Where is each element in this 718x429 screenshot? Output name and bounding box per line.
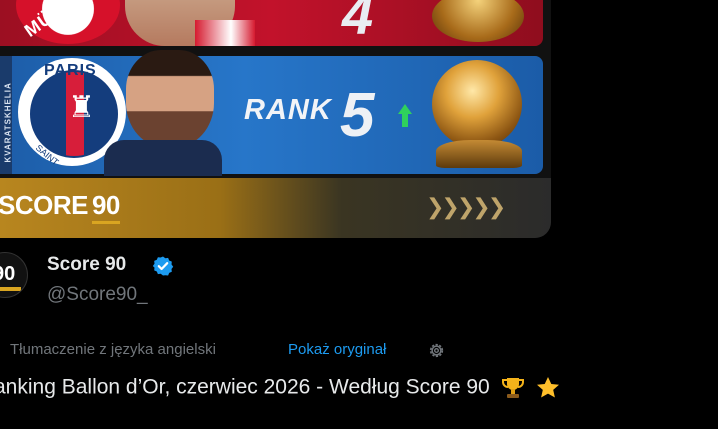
ballon-dor-base xyxy=(436,140,522,168)
rank-4-row: MÜ 4 xyxy=(0,0,543,46)
tweet-text-body: anking Ballon d’Or, czerwiec 2026 - Wedł… xyxy=(0,375,490,399)
verified-badge-icon[interactable] xyxy=(152,255,174,277)
avatar-text: 90 xyxy=(0,263,16,285)
eiffel-tower-icon: ♜ xyxy=(68,91,95,124)
avatar-underline xyxy=(0,287,21,291)
gear-icon[interactable] xyxy=(427,341,446,360)
trophy-icon xyxy=(501,378,524,398)
author-handle[interactable]: @Score90_ xyxy=(47,284,148,306)
rank-label: RANK xyxy=(244,94,332,126)
tweet-text: anking Ballon d’Or, czerwiec 2026 - Wedł… xyxy=(0,375,561,401)
star-icon xyxy=(537,377,560,398)
avatar[interactable]: 90 xyxy=(0,252,28,298)
ballon-dor-trophy-icon xyxy=(432,0,524,42)
player-shirt xyxy=(104,140,222,176)
psg-logo-text: PARIS xyxy=(44,62,97,79)
author-name[interactable]: Score 90 xyxy=(47,254,126,276)
score90-brand-number: 90 xyxy=(91,190,120,224)
player-face xyxy=(126,50,214,148)
rank-value: 5 xyxy=(340,81,375,150)
rank-4-number: 4 xyxy=(342,0,374,46)
player-photo-rank-5 xyxy=(104,40,222,176)
score90-brand-word: SCORE xyxy=(0,190,88,220)
score90-brand: SCORE 90 xyxy=(0,190,120,224)
player-name-vertical: KVARATSKHELIA xyxy=(3,82,13,163)
ballon-dor-ball-icon xyxy=(432,60,522,148)
translation-note: Tłumaczenie z języka angielski xyxy=(10,341,216,358)
tweet-media-image[interactable]: MÜ 4 KVARATSKHELIA ♜ PARIS SAINT RANK 5 … xyxy=(0,0,551,238)
show-original-link[interactable]: Pokaż oryginał xyxy=(288,341,386,358)
rank-up-arrow-stem xyxy=(402,113,408,127)
chevrons-icon: ❯❯❯❯❯ xyxy=(426,194,506,219)
